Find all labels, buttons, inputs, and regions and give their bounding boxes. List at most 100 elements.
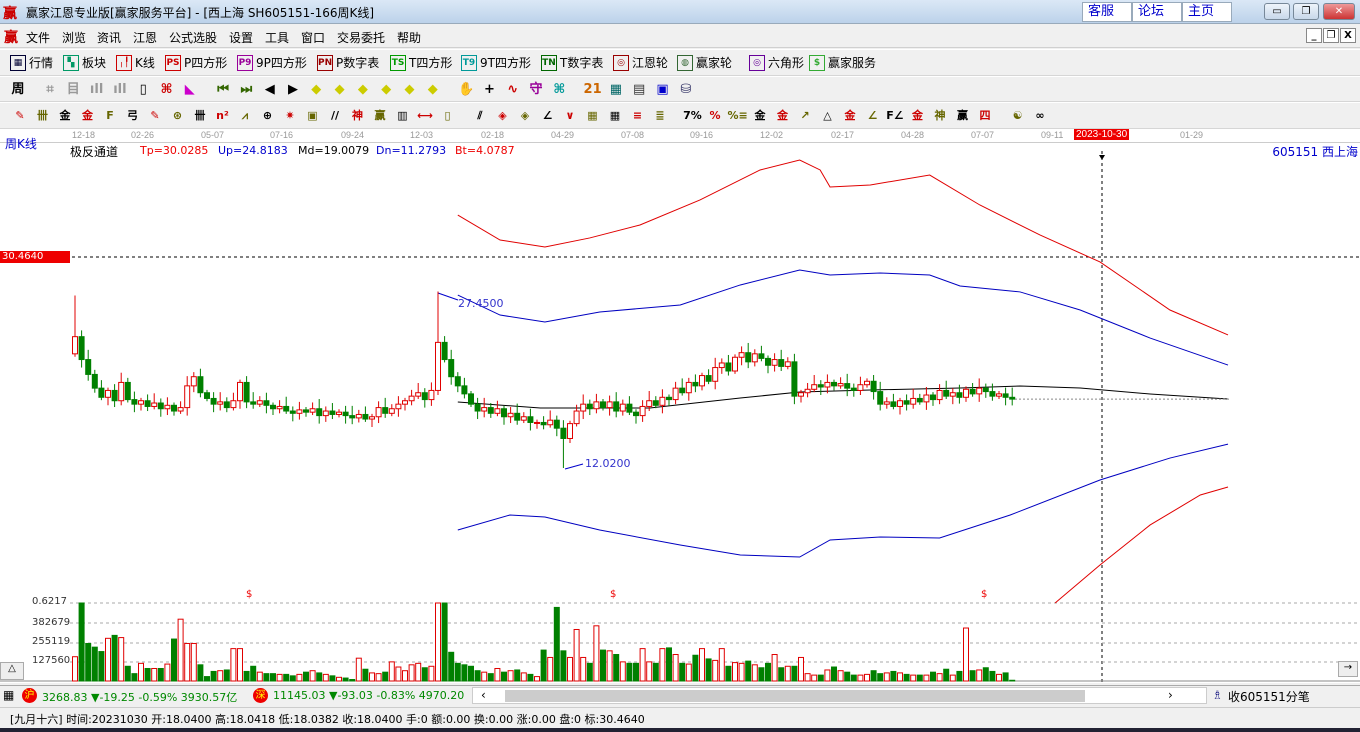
chart-tool-icon[interactable]: ▤ — [629, 80, 649, 100]
chart-tool-icon[interactable]: ▦ — [606, 80, 626, 100]
chart-tool-icon[interactable]: ◆ — [376, 80, 396, 100]
drawing-tool-icon[interactable]: 卌 — [33, 106, 53, 126]
drawing-tool-icon[interactable]: ∞ — [1030, 106, 1050, 126]
scroll-right-button[interactable]: → — [1338, 661, 1358, 677]
drawing-tool-icon[interactable]: ⫽ — [470, 106, 490, 126]
menu-item[interactable]: 文件 — [26, 29, 50, 46]
chart-tool-icon[interactable]: ıll — [110, 80, 130, 100]
toolbar-button-12[interactable]: $ 赢家服务 — [809, 54, 876, 71]
menu-item[interactable]: 设置 — [229, 29, 253, 46]
toolbar-button-5[interactable]: PN P数字表 — [317, 54, 379, 71]
drawing-tool-icon[interactable]: ∠ — [863, 106, 883, 126]
drawing-tool-icon[interactable]: %≡ — [728, 106, 748, 126]
drawing-tool-icon[interactable]: ▣ — [303, 106, 323, 126]
mdi-restore-button[interactable]: ❐ — [1323, 28, 1339, 43]
toolbar-button-4[interactable]: P9 9P四方形 — [237, 54, 307, 71]
restore-button[interactable]: ❐ — [1293, 3, 1319, 20]
drawing-tool-icon[interactable]: ▦ — [583, 106, 603, 126]
chart-tool-icon[interactable]: 守 — [526, 80, 546, 100]
drawing-tool-icon[interactable]: ✎ — [10, 106, 30, 126]
drawing-tool-icon[interactable]: 神∠ — [930, 106, 950, 142]
drawing-tool-icon[interactable]: 金 — [78, 106, 98, 126]
chart-tool-icon[interactable]: 目 — [63, 80, 83, 100]
drawing-tool-icon[interactable]: 金 — [55, 106, 75, 126]
chart-tool-icon[interactable]: ◆ — [330, 80, 350, 100]
minimize-button[interactable]: ▭ — [1264, 3, 1290, 20]
chart-tool-icon[interactable]: ▣ — [653, 80, 673, 100]
drawing-tool-icon[interactable]: ✷ — [280, 106, 300, 126]
drawing-tool-icon[interactable]: ✎ — [145, 106, 165, 126]
menu-item[interactable]: 帮助 — [397, 29, 421, 46]
menu-item[interactable]: 公式选股 — [169, 29, 217, 46]
drawing-tool-icon[interactable]: 卌 — [190, 106, 210, 126]
drawing-tool-icon[interactable]: n² — [213, 106, 233, 126]
chart-tool-icon[interactable]: ◣ — [180, 80, 200, 100]
drawing-tool-icon[interactable]: ≡ — [628, 106, 648, 126]
chart-tool-icon[interactable]: ıll — [87, 80, 107, 100]
tick-data-label[interactable]: 收605151分笔 — [1228, 688, 1310, 705]
toolbar-button-11[interactable]: ◎ 六角形 — [749, 54, 804, 71]
chart-tool-icon[interactable]: ⌘ — [549, 80, 569, 100]
chart-tool-icon[interactable]: ◀ — [260, 80, 280, 100]
toolbar-button-3[interactable]: PS P四方形 — [165, 54, 227, 71]
toolbar-button-1[interactable]: ▚ 板块 — [63, 54, 106, 71]
forum-link[interactable]: 论坛 — [1132, 2, 1182, 22]
drawing-tool-icon[interactable]: ⩘ — [235, 106, 255, 126]
menu-item[interactable]: 交易委托 — [337, 29, 385, 46]
drawing-tool-icon[interactable]: ⊕ — [258, 106, 278, 126]
customer-service-link[interactable]: 客服 — [1082, 2, 1132, 22]
drawing-tool-icon[interactable]: △ — [818, 106, 838, 126]
drawing-tool-icon[interactable]: 赢 — [370, 106, 390, 126]
chart-tool-icon[interactable]: ◆ — [306, 80, 326, 100]
chart-tool-icon[interactable]: ⏭ — [236, 80, 256, 100]
chart-tool-icon[interactable]: ▶ — [283, 80, 303, 100]
chart-tool-icon[interactable]: ◆ — [423, 80, 443, 100]
chart-tool-icon[interactable]: ⌘ — [157, 80, 177, 100]
menu-item[interactable]: 窗口 — [301, 29, 325, 46]
mdi-minimize-button[interactable]: _ — [1306, 28, 1322, 43]
drawing-tool-icon[interactable]: 金≡ — [773, 106, 793, 142]
drawing-tool-icon[interactable]: 四∠ — [975, 106, 995, 142]
quote-table-icon[interactable]: ▦ — [3, 688, 14, 702]
menu-item[interactable]: 工具 — [265, 29, 289, 46]
chart-tool-icon[interactable]: + — [479, 80, 499, 100]
drawing-tool-icon[interactable]: ◈ — [515, 106, 535, 126]
drawing-tool-icon[interactable]: ▯ — [438, 106, 458, 126]
chart-tool-icon[interactable]: ◆ — [353, 80, 373, 100]
close-button[interactable]: ✕ — [1323, 3, 1355, 20]
toolbar-button-9[interactable]: ◎ 江恩轮 — [613, 54, 668, 71]
drawing-tool-icon[interactable]: ☯ — [1008, 106, 1028, 126]
toolbar-button-8[interactable]: TN T数字表 — [541, 54, 603, 71]
chart-tool-icon[interactable]: ✋ — [456, 80, 476, 100]
menu-item[interactable]: 江恩 — [133, 29, 157, 46]
drawing-tool-icon[interactable]: ▦ — [605, 106, 625, 126]
drawing-tool-icon[interactable]: ◈ — [493, 106, 513, 126]
scroll-left-arrow[interactable]: ‹ — [481, 688, 486, 702]
drawing-tool-icon[interactable]: // — [325, 106, 345, 126]
drawing-tool-icon[interactable]: ≣ — [650, 106, 670, 126]
drawing-tool-icon[interactable]: ⊛ — [168, 106, 188, 126]
menu-item[interactable]: 资讯 — [97, 29, 121, 46]
drawing-tool-icon[interactable]: 赢∠ — [953, 106, 973, 142]
chart-tool-icon[interactable]: ▯ — [133, 80, 153, 100]
chart-tool-icon[interactable]: ⏮ — [213, 80, 233, 100]
drawing-tool-icon[interactable]: 金 — [750, 106, 770, 126]
expand-panel-button[interactable]: △ — [0, 662, 24, 680]
drawing-tool-icon[interactable]: ⟷ — [415, 106, 435, 126]
chart-tool-icon[interactable]: ◆ — [400, 80, 420, 100]
drawing-tool-icon[interactable]: 7% — [683, 106, 703, 126]
chart-tool-icon[interactable]: 21 — [583, 80, 603, 100]
toolbar-button-0[interactable]: ▦ 行情 — [10, 54, 53, 71]
drawing-tool-icon[interactable]: 神 — [348, 106, 368, 126]
drawing-tool-icon[interactable]: F∠ — [885, 106, 905, 126]
horizontal-scrollbar[interactable]: ‹ › — [472, 687, 1207, 704]
kline-chart[interactable]: 周K线 极反通道 Tp=30.0285 Up=24.8183 Md=19.007… — [0, 137, 1360, 683]
drawing-tool-icon[interactable]: ↗ — [795, 106, 815, 126]
toolbar-button-10[interactable]: ◍ 赢家轮 — [677, 54, 732, 71]
toolbar-button-7[interactable]: T9 9T四方形 — [461, 54, 531, 71]
homepage-link[interactable]: 主页 — [1182, 2, 1232, 22]
menu-item[interactable]: 浏览 — [62, 29, 86, 46]
drawing-tool-icon[interactable]: 金 — [840, 106, 860, 126]
scroll-right-arrow[interactable]: › — [1168, 688, 1173, 702]
chart-tool-icon[interactable]: ⌗ — [40, 80, 60, 100]
